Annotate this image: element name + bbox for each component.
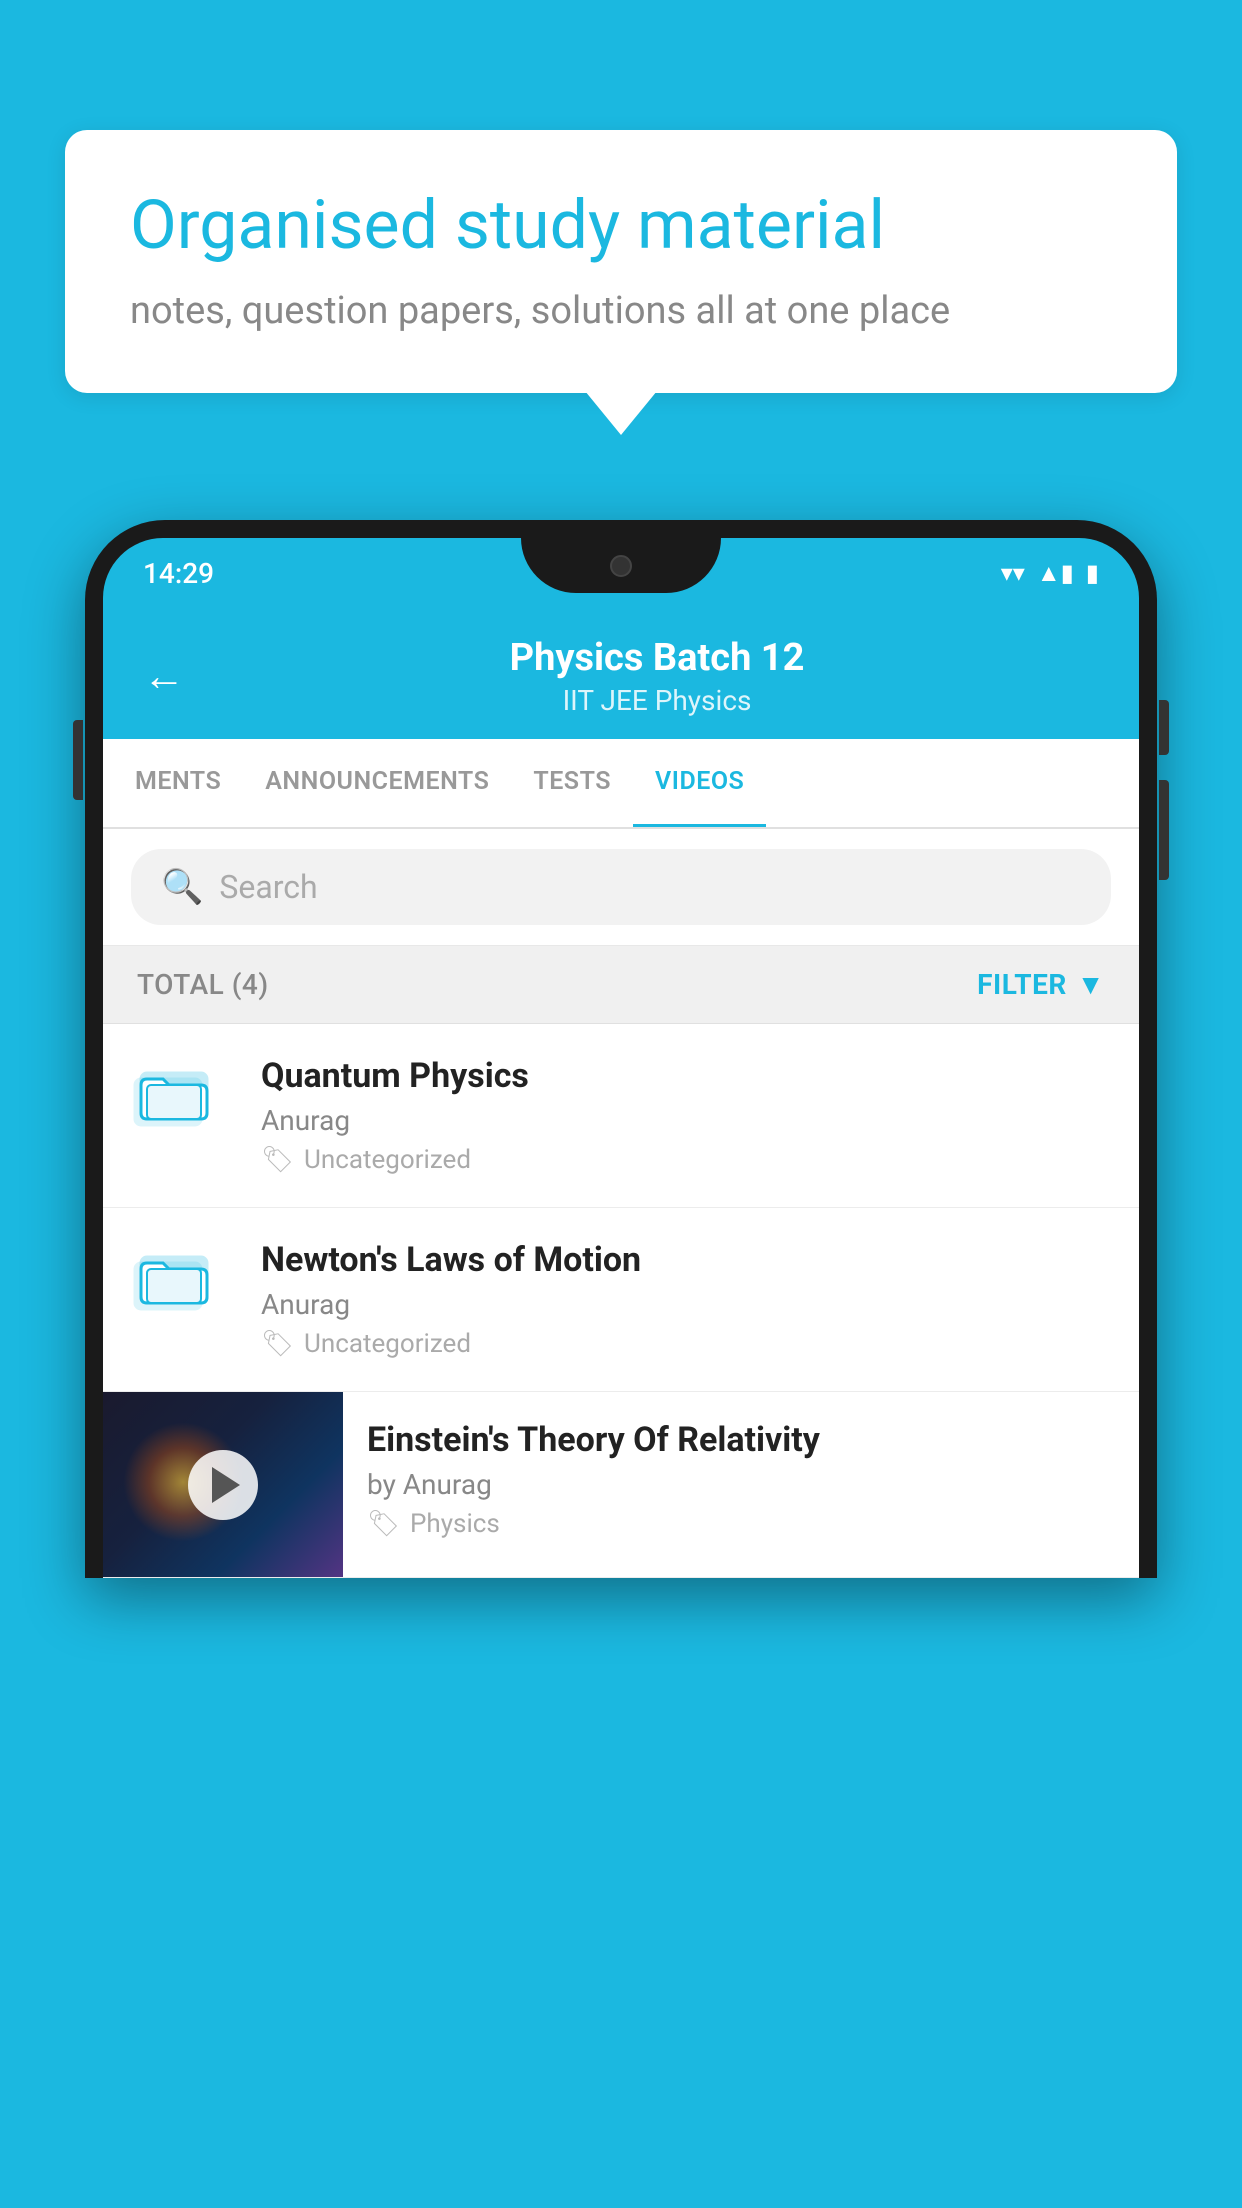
header-title-block: Physics Batch 12 IIT JEE Physics [215,636,1099,717]
video-thumbnail [103,1392,343,1577]
filter-button[interactable]: FILTER ▼ [977,968,1105,1001]
tab-ments[interactable]: MENTS [113,739,243,827]
speech-bubble-section: Organised study material notes, question… [65,130,1177,393]
signal-icon: ▲▮ [1037,559,1074,588]
back-button[interactable]: ← [143,652,185,701]
tag-icon: 🏷 [261,1329,294,1359]
tag-icon: 🏷 [367,1509,400,1539]
folder-icon [133,1240,233,1324]
status-bar: 14:29 ▾▾ ▲▮ ▮ [103,538,1139,608]
video-info: Einstein's Theory Of Relativity by Anura… [343,1392,1139,1567]
video-author: Anurag [261,1104,1109,1137]
video-title: Newton's Laws of Motion [261,1240,1109,1280]
tab-announcements[interactable]: ANNOUNCEMENTS [243,739,511,827]
filter-bar: TOTAL (4) FILTER ▼ [103,946,1139,1024]
status-icons: ▾▾ ▲▮ ▮ [1001,559,1099,588]
filter-label: FILTER [977,968,1067,1001]
video-tag: Physics [410,1509,500,1539]
video-tag-row: 🏷 Uncategorized [261,1329,1109,1359]
video-tag-row: 🏷 Uncategorized [261,1145,1109,1175]
tabs-bar: MENTS ANNOUNCEMENTS TESTS VIDEOS [103,739,1139,829]
video-author: Anurag [261,1288,1109,1321]
power-button-top [1159,700,1169,755]
phone-outer: 14:29 ▾▾ ▲▮ ▮ ← Physics Batch 12 IIT JEE… [85,520,1157,1578]
list-item[interactable]: Newton's Laws of Motion Anurag 🏷 Uncateg… [103,1208,1139,1392]
phone-screen: ← Physics Batch 12 IIT JEE Physics MENTS… [103,608,1139,1578]
play-button[interactable] [188,1450,258,1520]
header-title: Physics Batch 12 [215,636,1099,680]
search-bar-container: 🔍 Search [103,829,1139,946]
video-list: Quantum Physics Anurag 🏷 Uncategorized [103,1024,1139,1578]
volume-button [73,720,83,800]
status-time: 14:29 [143,557,214,590]
speech-bubble: Organised study material notes, question… [65,130,1177,393]
play-icon [212,1467,240,1503]
list-item[interactable]: Quantum Physics Anurag 🏷 Uncategorized [103,1024,1139,1208]
speech-bubble-subtitle: notes, question papers, solutions all at… [130,289,1112,333]
list-item[interactable]: Einstein's Theory Of Relativity by Anura… [103,1392,1139,1578]
search-input[interactable]: Search [219,868,317,906]
wifi-icon: ▾▾ [1001,559,1025,587]
video-info: Quantum Physics Anurag 🏷 Uncategorized [261,1056,1109,1175]
search-bar[interactable]: 🔍 Search [131,849,1111,925]
video-title: Quantum Physics [261,1056,1109,1096]
video-author: by Anurag [367,1468,1115,1501]
video-tag: Uncategorized [304,1329,471,1359]
tag-icon: 🏷 [261,1145,294,1175]
video-info: Newton's Laws of Motion Anurag 🏷 Uncateg… [261,1240,1109,1359]
tab-videos[interactable]: VIDEOS [633,739,766,827]
search-icon: 🔍 [161,867,203,907]
video-tag: Uncategorized [304,1145,471,1175]
camera [610,555,632,577]
tab-tests[interactable]: TESTS [511,739,633,827]
phone-notch [521,538,721,593]
app-header: ← Physics Batch 12 IIT JEE Physics [103,608,1139,739]
filter-icon: ▼ [1077,968,1105,1001]
folder-icon [133,1056,233,1140]
video-title: Einstein's Theory Of Relativity [367,1420,1115,1460]
phone-frame: 14:29 ▾▾ ▲▮ ▮ ← Physics Batch 12 IIT JEE… [85,520,1157,2208]
video-tag-row: 🏷 Physics [367,1509,1115,1539]
speech-bubble-title: Organised study material [130,185,1112,267]
total-count: TOTAL (4) [137,968,269,1001]
header-subtitle: IIT JEE Physics [215,684,1099,717]
power-button-bottom [1159,780,1169,880]
battery-icon: ▮ [1086,559,1099,587]
